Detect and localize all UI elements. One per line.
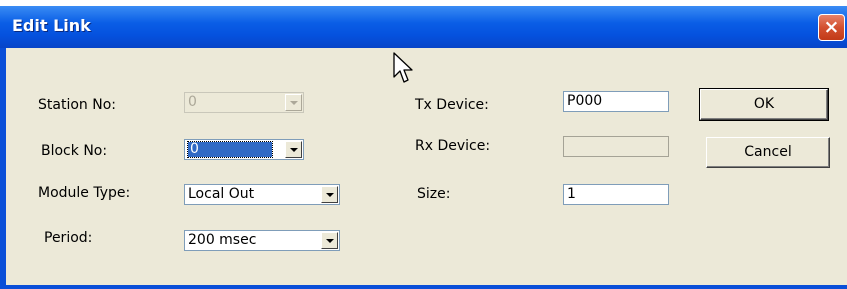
block-no-select[interactable]: 0 bbox=[184, 139, 304, 160]
tx-device-input[interactable]: P000 bbox=[563, 91, 669, 112]
rx-device-label: Rx Device: bbox=[415, 138, 491, 154]
title-bar[interactable]: Edit Link × bbox=[0, 6, 847, 48]
window-title: Edit Link bbox=[12, 16, 91, 35]
module-type-select[interactable]: Local Out bbox=[184, 184, 340, 205]
ok-button[interactable]: OK bbox=[699, 88, 829, 121]
station-no-value: 0 bbox=[188, 94, 197, 110]
dialog-body: Station No: 0 Block No: 0 Module Type: L… bbox=[6, 48, 847, 285]
tx-device-value: P000 bbox=[567, 93, 603, 109]
station-no-select: 0 bbox=[184, 92, 304, 113]
rx-device-input bbox=[563, 136, 669, 157]
period-value: 200 msec bbox=[188, 232, 257, 248]
chevron-down-icon[interactable] bbox=[321, 186, 338, 203]
close-button[interactable]: × bbox=[818, 14, 845, 41]
size-input[interactable]: 1 bbox=[563, 184, 669, 205]
period-label: Period: bbox=[44, 230, 93, 246]
edit-link-dialog: Edit Link × Station No: 0 Block No: 0 Mo… bbox=[0, 6, 847, 289]
block-no-label: Block No: bbox=[41, 143, 108, 159]
chevron-down-icon[interactable] bbox=[321, 232, 338, 249]
close-icon: × bbox=[823, 16, 840, 38]
block-no-value: 0 bbox=[187, 141, 273, 158]
chevron-down-icon[interactable] bbox=[285, 141, 302, 158]
chevron-down-icon bbox=[285, 94, 302, 111]
cancel-button[interactable]: Cancel bbox=[706, 137, 830, 168]
size-value: 1 bbox=[567, 186, 576, 202]
mouse-pointer-icon bbox=[393, 52, 413, 83]
station-no-label: Station No: bbox=[38, 97, 116, 113]
module-type-label: Module Type: bbox=[38, 185, 131, 201]
tx-device-label: Tx Device: bbox=[415, 97, 489, 113]
period-select[interactable]: 200 msec bbox=[184, 230, 340, 251]
module-type-value: Local Out bbox=[188, 186, 255, 202]
size-label: Size: bbox=[417, 186, 451, 202]
